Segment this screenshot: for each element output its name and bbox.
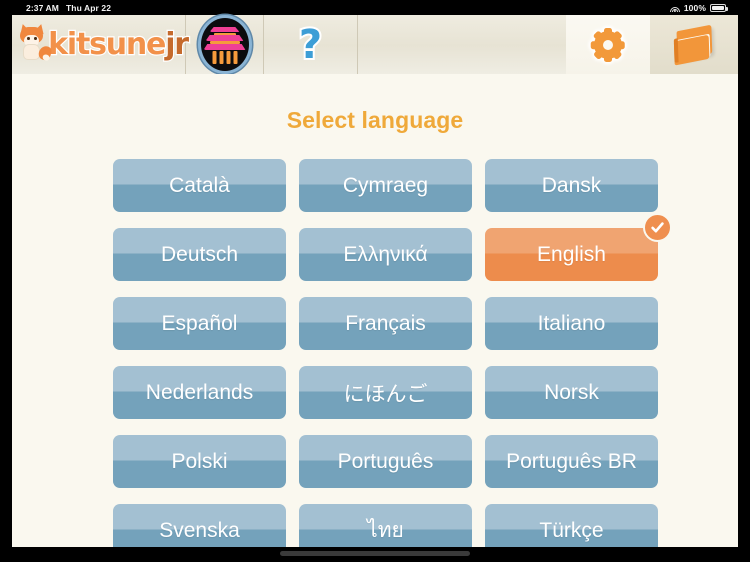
language-button[interactable]: Norsk [485,366,658,419]
logo-wordmark: kitsunejr [47,26,190,62]
language-label: Deutsch [160,242,239,266]
gear-icon [590,27,626,63]
language-label: Norsk [544,380,599,404]
language-button[interactable]: にほんご [299,366,472,419]
temple-icon [200,18,249,71]
language-label: Italiano [537,311,606,335]
language-button[interactable]: Türkçe [485,504,658,547]
logo-text-secondary: jr [164,26,190,62]
language-button[interactable]: Français [299,297,472,350]
language-label: ไทย [367,519,404,542]
language-button[interactable]: Cymraeg [299,159,472,212]
language-label: English [537,242,606,266]
language-label: Cymraeg [342,173,429,197]
language-label: Polski [171,449,228,473]
temple-button[interactable] [186,15,264,74]
language-label: Ελληνικά [343,242,428,266]
language-button[interactable]: Nederlands [113,366,286,419]
language-label: Svenska [159,518,240,542]
language-button[interactable]: English [485,213,672,281]
kitsunejr-logo: kitsunejr [12,15,190,74]
language-button[interactable]: Português [299,435,472,488]
status-bar-left: 2:37 AM Thu Apr 22 [26,3,111,13]
status-time: 2:37 AM [26,3,59,13]
language-label: Türkçe [539,518,604,542]
language-label: Nederlands [145,380,254,404]
check-circle-icon [643,213,672,242]
logo-text-primary: kitsune [47,26,168,62]
language-button[interactable]: Español [113,297,286,350]
help-button[interactable]: ? [264,15,358,74]
status-date: Thu Apr 22 [65,3,112,13]
fox-mascot-icon [17,22,53,63]
wifi-icon [669,4,680,12]
page-title: Select language [286,107,464,133]
language-label: Français [345,311,426,335]
battery-percent-label: 100% [683,3,706,13]
settings-button[interactable] [566,15,650,74]
language-button[interactable]: Italiano [485,297,658,350]
language-label: Português [337,449,434,473]
main-content: Select language Català Cymraeg Dansk Deutsc… [12,74,738,547]
top-toolbar: kitsunejr ? [12,15,738,74]
question-mark-icon: ? [297,21,324,68]
language-label: にほんご [343,382,428,406]
language-label: Català [169,173,230,197]
library-button[interactable] [650,15,738,74]
status-bar-right: 100% [669,3,728,13]
language-button[interactable]: Deutsch [113,228,286,281]
language-button[interactable]: ไทย [299,504,472,547]
language-label: Español [161,311,238,335]
language-button[interactable]: Ελληνικά [299,228,472,281]
language-button[interactable]: Svenska [113,504,286,547]
status-bar: 2:37 AM Thu Apr 22 100% [0,0,750,15]
app-screen: 2:37 AM Thu Apr 22 100% kitsunejr ? Sele… [0,0,750,562]
language-button[interactable]: Català [113,159,286,212]
battery-full-icon [710,4,728,12]
language-button[interactable]: Dansk [485,159,658,212]
language-label: Português BR [506,449,637,473]
home-indicator [280,551,470,556]
language-label: Dansk [541,173,602,197]
book-icon [672,24,715,65]
language-button[interactable]: Polski [113,435,286,488]
language-button[interactable]: Português BR [485,435,658,488]
language-grid: Català Cymraeg Dansk Deutsch Ελληνικά English… [113,159,672,547]
